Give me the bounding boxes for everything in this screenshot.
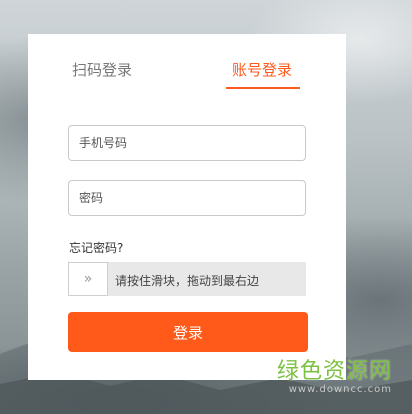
double-chevron-right-icon: » [83, 271, 93, 287]
watermark-url: www.downcc.com [288, 384, 392, 395]
slider-captcha[interactable]: » 请按住滑块，拖动到最右边 [68, 262, 306, 296]
password-input[interactable] [68, 180, 306, 216]
login-button[interactable]: 登录 [68, 312, 308, 352]
watermark: 绿色资源网 www.downcc.com [277, 360, 392, 396]
login-panel: 扫码登录 账号登录 忘记密码? » 请按住滑块，拖动到最右边 登录 [28, 34, 346, 380]
slider-handle[interactable]: » [68, 262, 108, 296]
phone-input[interactable] [68, 125, 306, 161]
watermark-text: 绿色资源网 [276, 359, 392, 384]
tab-qr-login[interactable]: 扫码登录 [72, 60, 132, 80]
active-tab-indicator [226, 87, 300, 89]
slider-hint: 请按住滑块，拖动到最右边 [115, 274, 260, 288]
tab-account-login[interactable]: 账号登录 [232, 60, 292, 80]
forgot-password-link[interactable]: 忘记密码? [69, 239, 123, 256]
